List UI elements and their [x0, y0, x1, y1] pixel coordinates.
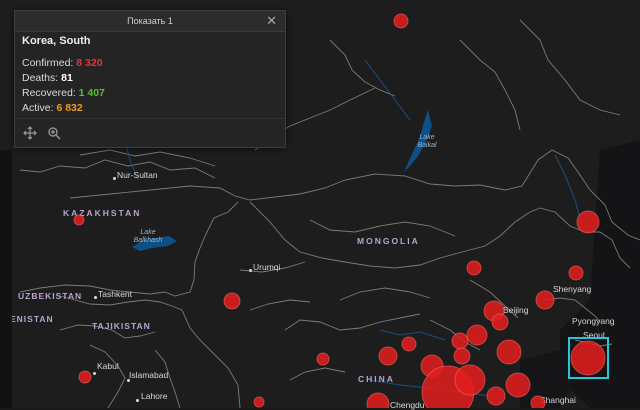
- case-marker[interactable]: [253, 396, 265, 408]
- case-marker[interactable]: [496, 339, 522, 365]
- case-marker[interactable]: [570, 340, 606, 376]
- case-marker[interactable]: [73, 214, 85, 226]
- case-marker[interactable]: [453, 347, 471, 365]
- recovered-value: 1 407: [78, 87, 105, 99]
- case-marker[interactable]: [454, 364, 486, 396]
- stat-row-recovered: Recovered: 1 407: [22, 86, 278, 101]
- pan-icon[interactable]: [23, 126, 37, 140]
- deaths-label: Deaths:: [22, 72, 59, 84]
- case-marker[interactable]: [530, 395, 546, 408]
- case-marker[interactable]: [393, 13, 409, 29]
- deaths-value: 81: [61, 72, 73, 84]
- case-marker[interactable]: [466, 260, 482, 276]
- case-marker[interactable]: [576, 210, 600, 234]
- popup-location-name: Korea, South: [22, 35, 91, 47]
- confirmed-value: 8 320: [76, 57, 103, 69]
- case-marker[interactable]: [486, 386, 506, 406]
- case-marker[interactable]: [316, 352, 330, 366]
- case-marker[interactable]: [401, 336, 417, 352]
- case-marker[interactable]: [491, 313, 509, 331]
- stat-row-deaths: Deaths: 81: [22, 71, 278, 86]
- popup-header-title: Показать 1: [127, 16, 173, 26]
- confirmed-label: Confirmed:: [22, 57, 74, 69]
- active-label: Active:: [22, 102, 54, 114]
- popup-body: Korea, South Confirmed: 8 320 Deaths: 81…: [15, 32, 285, 116]
- active-value: 6 832: [56, 102, 83, 114]
- map-edge-panel: [0, 150, 12, 408]
- close-icon[interactable]: ✕: [266, 14, 277, 27]
- recovered-label: Recovered:: [22, 87, 76, 99]
- case-marker[interactable]: [535, 290, 555, 310]
- case-marker[interactable]: [568, 265, 584, 281]
- zoom-to-icon[interactable]: [47, 126, 61, 140]
- stat-row-confirmed: Confirmed: 8 320: [22, 56, 278, 71]
- popup-header: Показать 1 ✕: [15, 11, 285, 32]
- case-marker[interactable]: [366, 392, 390, 408]
- case-marker[interactable]: [451, 332, 469, 350]
- case-marker[interactable]: [466, 324, 488, 346]
- stat-row-active: Active: 6 832: [22, 101, 278, 116]
- case-marker[interactable]: [505, 372, 531, 398]
- case-marker[interactable]: [223, 292, 241, 310]
- case-marker[interactable]: [378, 346, 398, 366]
- popup-footer: [15, 118, 285, 147]
- case-marker[interactable]: [78, 370, 92, 384]
- feature-popup: Показать 1 ✕ Korea, South Confirmed: 8 3…: [14, 10, 286, 148]
